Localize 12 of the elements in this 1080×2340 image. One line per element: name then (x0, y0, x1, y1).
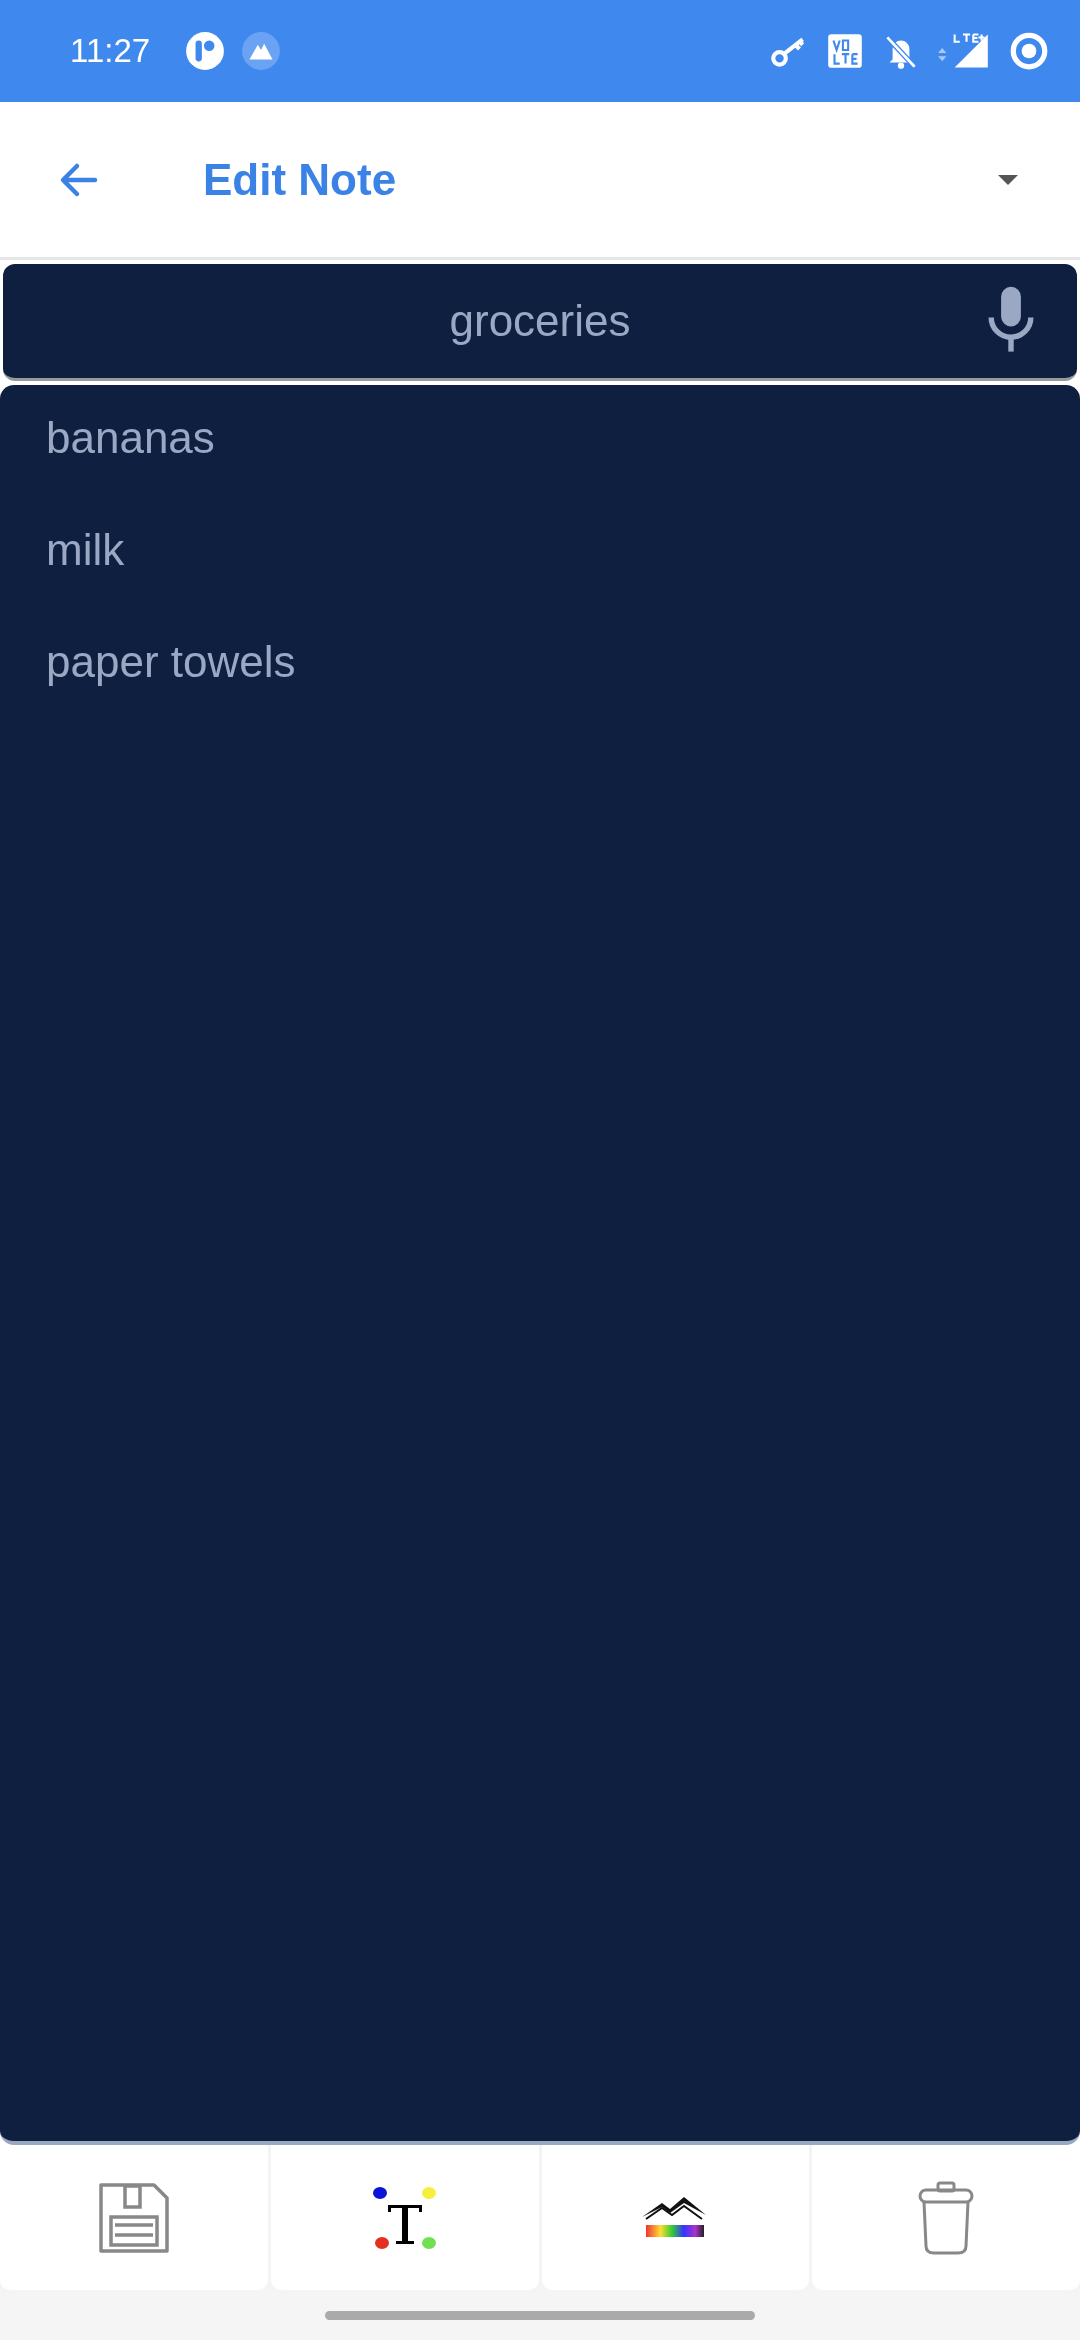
mountain-notification-icon (240, 30, 283, 72)
note-body-field[interactable]: bananas milk paper towels (0, 385, 1080, 2145)
title-field[interactable]: groceries (3, 264, 1077, 381)
target-icon (1008, 30, 1050, 72)
note-title: groceries (449, 296, 631, 346)
dropdown-caret-icon[interactable] (996, 172, 1020, 187)
text-color-button[interactable] (270, 2145, 539, 2290)
save-button[interactable] (0, 2145, 268, 2290)
home-indicator[interactable] (325, 2310, 755, 2320)
status-time: 11:27 (70, 32, 151, 70)
screen-title: Edit Note (203, 154, 398, 205)
app-notification-icon (184, 30, 227, 72)
